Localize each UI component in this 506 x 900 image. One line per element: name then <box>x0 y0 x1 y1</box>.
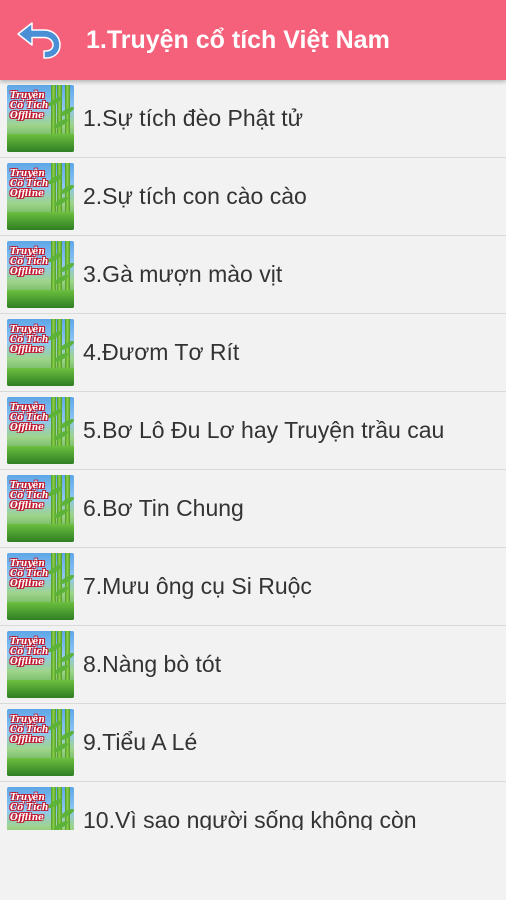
list-item[interactable]: Truyện Cổ Tích Offline 4.Đươm Tơ Rít <box>0 314 506 392</box>
back-arrow-icon <box>17 22 61 59</box>
story-title: 7.Mưu ông cụ Si Ruộc <box>83 573 312 599</box>
thumbnail-logo-text: Truyện Cổ Tích Offline <box>10 715 49 745</box>
list-item[interactable]: Truyện Cổ Tích Offline 3.Gà mượn mào vịt <box>0 236 506 314</box>
list-item[interactable]: Truyện Cổ Tích Offline 5.Bơ Lô Đu Lơ hay … <box>0 392 506 470</box>
story-list[interactable]: Truyện Cổ Tích Offline 1.Sự tích đèo Phật… <box>0 80 506 830</box>
story-thumbnail: Truyện Cổ Tích Offline <box>7 709 74 776</box>
story-thumbnail: Truyện Cổ Tích Offline <box>7 553 74 620</box>
thumbnail-logo-text: Truyện Cổ Tích Offline <box>10 559 49 589</box>
thumbnail-logo-text: Truyện Cổ Tích Offline <box>10 481 49 511</box>
list-item[interactable]: Truyện Cổ Tích Offline 7.Mưu ông cụ Si Ru… <box>0 548 506 626</box>
story-thumbnail: Truyện Cổ Tích Offline <box>7 241 74 308</box>
story-title: 10.Vì sao người sống không còn <box>83 807 417 830</box>
list-item[interactable]: Truyện Cổ Tích Offline 2.Sự tích con cào … <box>0 158 506 236</box>
thumbnail-logo-text: Truyện Cổ Tích Offline <box>10 169 49 199</box>
list-item[interactable]: Truyện Cổ Tích Offline 9.Tiểu A Lé <box>0 704 506 782</box>
thumbnail-logo-text: Truyện Cổ Tích Offline <box>10 793 49 823</box>
story-thumbnail: Truyện Cổ Tích Offline <box>7 319 74 386</box>
list-item[interactable]: Truyện Cổ Tích Offline 10.Vì sao người số… <box>0 782 506 830</box>
story-title: 5.Bơ Lô Đu Lơ hay Truyện trầu cau <box>83 417 445 443</box>
thumbnail-logo-text: Truyện Cổ Tích Offline <box>10 403 49 433</box>
story-title: 8.Nàng bò tót <box>83 651 222 677</box>
story-title: 2.Sự tích con cào cào <box>83 183 307 209</box>
story-title: 6.Bơ Tin Chung <box>83 495 244 521</box>
list-item[interactable]: Truyện Cổ Tích Offline 6.Bơ Tin Chung <box>0 470 506 548</box>
story-title: 1.Sự tích đèo Phật tử <box>83 105 304 131</box>
thumbnail-logo-text: Truyện Cổ Tích Offline <box>10 325 49 355</box>
thumbnail-logo-text: Truyện Cổ Tích Offline <box>10 91 49 121</box>
story-title: 4.Đươm Tơ Rít <box>83 339 240 365</box>
story-title: 3.Gà mượn mào vịt <box>83 261 283 287</box>
list-item[interactable]: Truyện Cổ Tích Offline 1.Sự tích đèo Phật… <box>0 80 506 158</box>
list-item[interactable]: Truyện Cổ Tích Offline 8.Nàng bò tót <box>0 626 506 704</box>
page-title: 1.Truyện cổ tích Việt Nam <box>86 26 390 54</box>
thumbnail-logo-text: Truyện Cổ Tích Offline <box>10 637 49 667</box>
story-thumbnail: Truyện Cổ Tích Offline <box>7 397 74 464</box>
top-app-bar: 1.Truyện cổ tích Việt Nam <box>0 0 506 80</box>
story-thumbnail: Truyện Cổ Tích Offline <box>7 787 74 830</box>
thumbnail-logo-text: Truyện Cổ Tích Offline <box>10 247 49 277</box>
story-thumbnail: Truyện Cổ Tích Offline <box>7 475 74 542</box>
back-button[interactable] <box>14 18 64 62</box>
story-thumbnail: Truyện Cổ Tích Offline <box>7 85 74 152</box>
app-screen: 1.Truyện cổ tích Việt Nam Truyện Cổ Tích… <box>0 0 506 900</box>
story-title: 9.Tiểu A Lé <box>83 729 198 755</box>
story-thumbnail: Truyện Cổ Tích Offline <box>7 163 74 230</box>
story-thumbnail: Truyện Cổ Tích Offline <box>7 631 74 698</box>
